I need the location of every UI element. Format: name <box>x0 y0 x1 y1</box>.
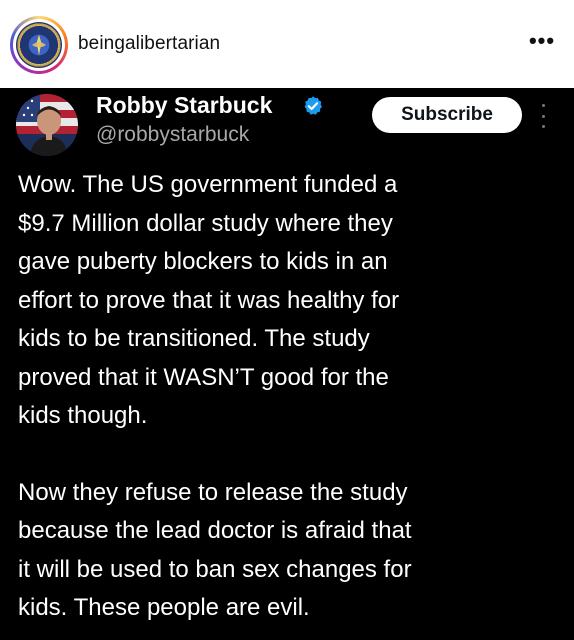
username[interactable]: beingalibertarian <box>78 33 220 55</box>
tweet-author-avatar[interactable] <box>16 94 78 156</box>
author-portrait-icon <box>16 94 78 156</box>
tweet-paragraph-2: Now they refuse to release the study bec… <box>18 478 412 622</box>
instagram-post-header: beingalibertarian ••• <box>0 0 574 88</box>
tweet-text: Wow. The US government funded a $9.7 Mil… <box>18 166 558 628</box>
tweet-paragraph-1: Wow. The US government funded a $9.7 Mil… <box>18 171 400 429</box>
kebab-dot <box>541 114 545 118</box>
author-handle[interactable]: @robbystarbuck <box>96 123 249 147</box>
subscribe-button[interactable]: Subscribe <box>372 97 522 133</box>
profile-avatar[interactable] <box>10 16 68 74</box>
more-vertical-icon[interactable] <box>537 104 549 128</box>
kebab-dot <box>541 104 545 107</box>
seal-emblem-icon <box>18 24 60 66</box>
avatar-inner <box>13 19 65 71</box>
author-display-name[interactable]: Robby Starbuck <box>96 92 272 119</box>
tweet-screenshot: Robby Starbuck @robbystarbuck Subscribe … <box>0 88 574 640</box>
kebab-dot <box>541 125 545 128</box>
libertarian-seal-logo <box>16 22 62 68</box>
verified-badge-icon <box>304 96 322 115</box>
more-horizontal-icon[interactable]: ••• <box>528 30 556 54</box>
